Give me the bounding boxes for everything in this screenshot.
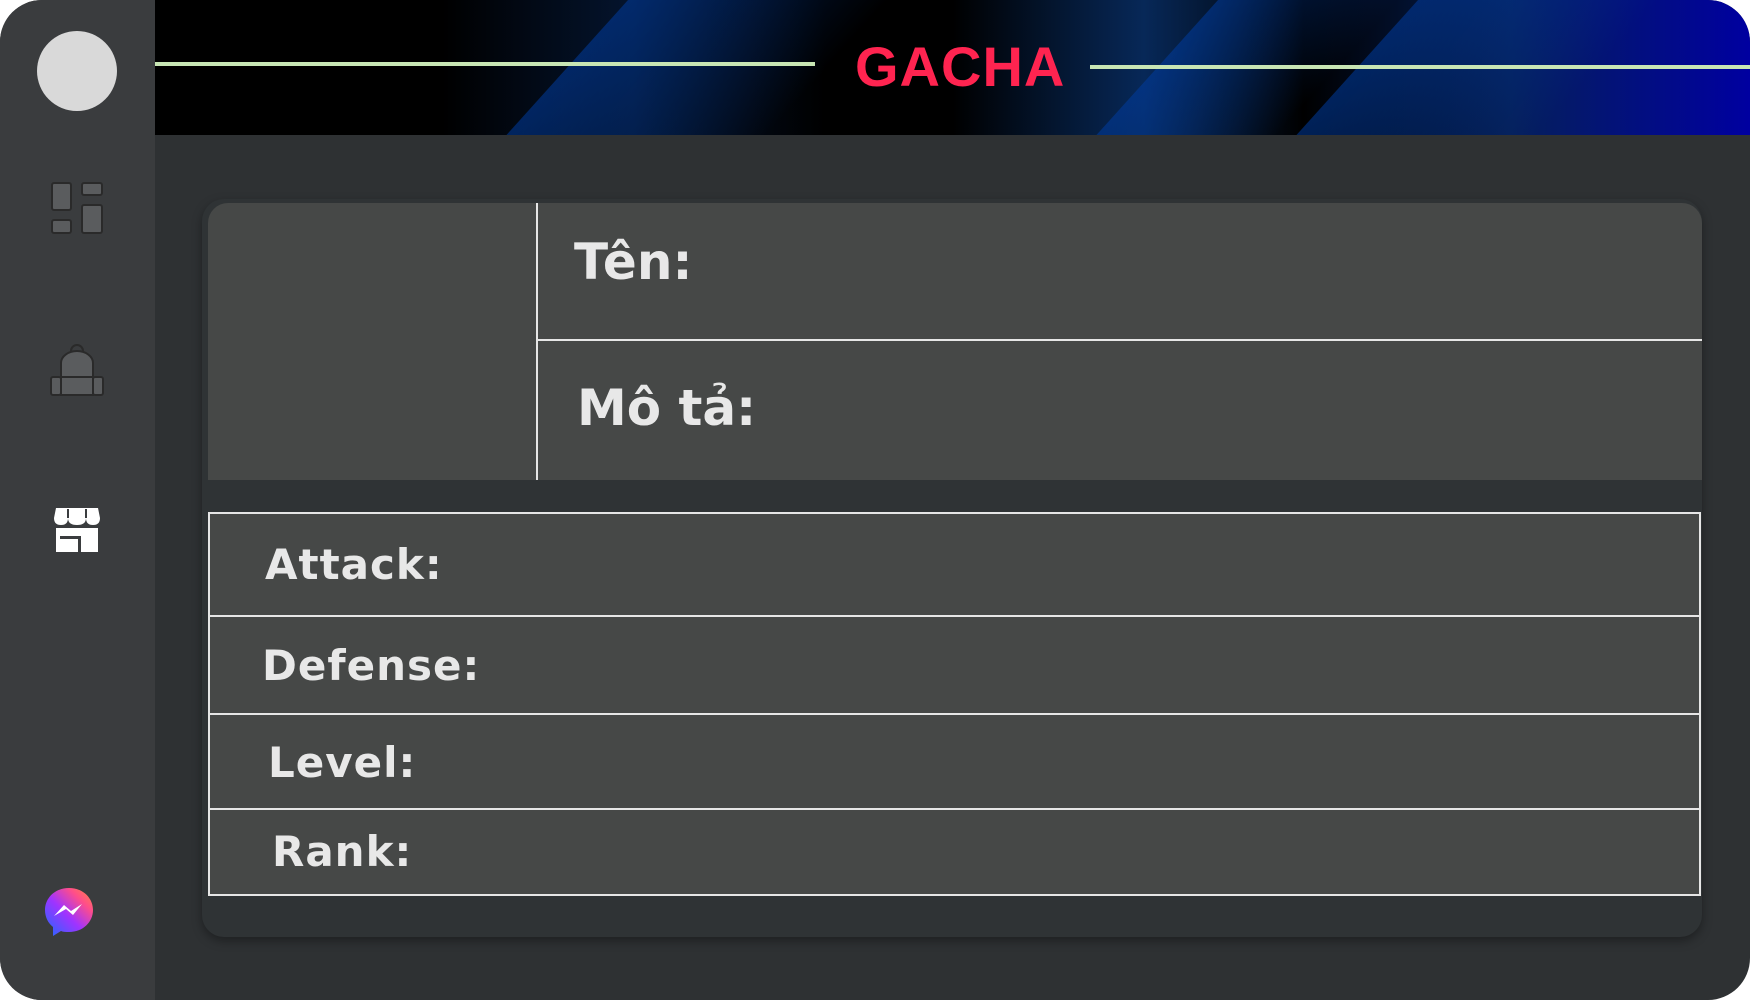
stat-row-level: Level: bbox=[210, 715, 1699, 810]
stat-row-rank: Rank: bbox=[210, 810, 1699, 896]
shop-icon bbox=[54, 508, 100, 552]
info-panel: Tên: Mô tả: bbox=[208, 203, 1702, 480]
name-label: Tên: bbox=[574, 233, 693, 291]
app-window: GACHA Tên: Mô tả: Attack: Defense: Level… bbox=[0, 0, 1750, 1000]
description-label: Mô tả: bbox=[577, 379, 757, 437]
defense-label: Defense: bbox=[262, 641, 481, 690]
description-row: Mô tả: bbox=[538, 343, 1702, 480]
stats-table: Attack: Defense: Level: Rank: bbox=[208, 512, 1701, 896]
stat-row-attack: Attack: bbox=[210, 514, 1699, 617]
dashboard-icon bbox=[51, 182, 103, 234]
level-label: Level: bbox=[268, 738, 417, 787]
attack-label: Attack: bbox=[265, 540, 443, 589]
messenger-button[interactable] bbox=[42, 885, 96, 939]
rank-label: Rank: bbox=[272, 827, 413, 876]
backpack-icon bbox=[50, 344, 104, 396]
banner-stripe bbox=[483, 0, 907, 135]
character-card: Tên: Mô tả: Attack: Defense: Level: Rank… bbox=[202, 199, 1702, 937]
header-divider-left bbox=[155, 62, 815, 66]
header-banner: GACHA bbox=[155, 0, 1750, 135]
name-row: Tên: bbox=[538, 203, 1702, 341]
character-portrait bbox=[208, 203, 538, 480]
avatar[interactable] bbox=[37, 31, 117, 111]
messenger-icon bbox=[45, 888, 93, 936]
header-divider-right bbox=[1090, 65, 1750, 69]
sidebar-item-dashboard[interactable] bbox=[42, 173, 112, 243]
sidebar-item-inventory[interactable] bbox=[42, 336, 112, 406]
stat-row-defense: Defense: bbox=[210, 617, 1699, 715]
sidebar bbox=[0, 0, 155, 1000]
sidebar-item-shop[interactable] bbox=[42, 495, 112, 565]
page-title: GACHA bbox=[855, 35, 1066, 98]
